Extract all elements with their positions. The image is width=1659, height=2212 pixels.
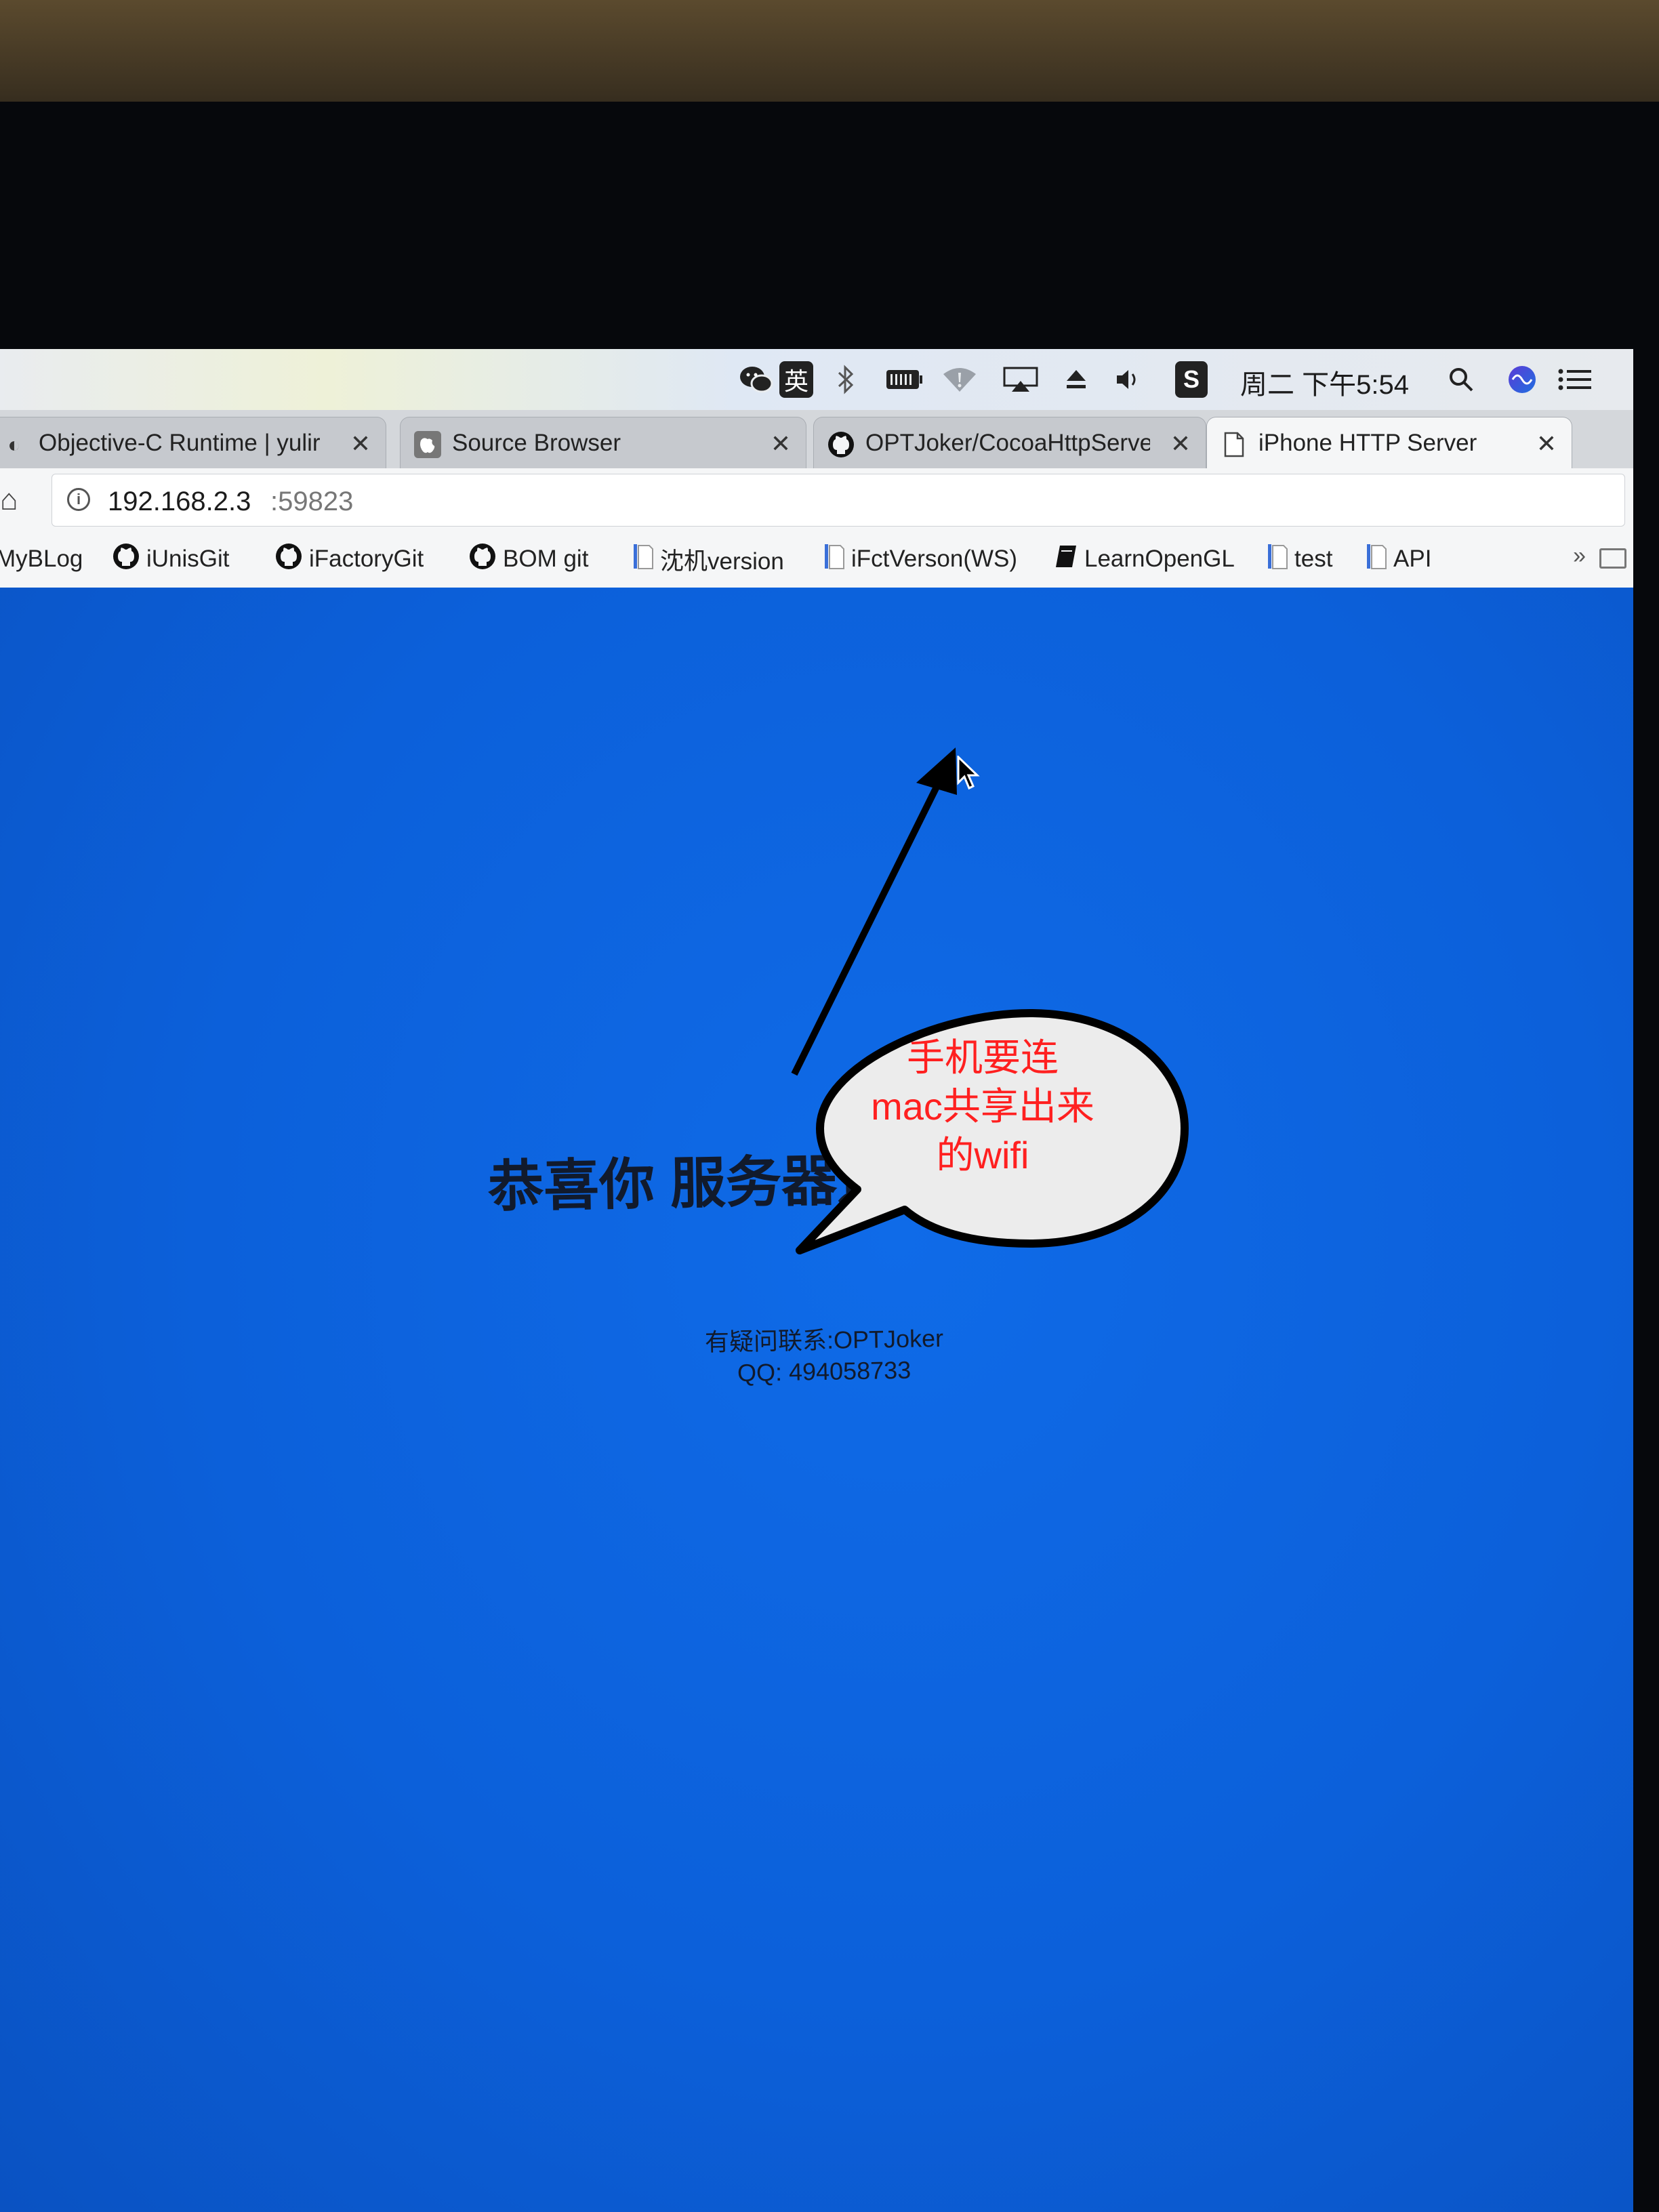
tab-label: Objective-C Runtime | yulir bbox=[39, 430, 321, 456]
bookmark-label: 沈机version bbox=[660, 548, 784, 575]
doc-icon bbox=[1366, 543, 1387, 575]
siri-icon[interactable] bbox=[1506, 361, 1538, 398]
wifi-sharing-icon[interactable] bbox=[941, 361, 979, 398]
tab-label: iPhone HTTP Server bbox=[1258, 430, 1477, 456]
bookmark-label: BOM git bbox=[503, 546, 589, 572]
bookmark-label: API bbox=[1393, 546, 1432, 572]
annotation-line: 手机要连 bbox=[907, 1036, 1059, 1079]
bookmark-label: iFactoryGit bbox=[309, 546, 424, 572]
mac-screen: 英 S 周二 下午5:54 ◐ Objective-C Runtime | yu… bbox=[0, 349, 1633, 2212]
bookmark-iunisgit[interactable]: iUnisGit bbox=[112, 543, 230, 575]
tab-iphone-http-server[interactable]: iPhone HTTP Server ✕ bbox=[1206, 417, 1572, 468]
browser-tab-strip: ◐ Objective-C Runtime | yulir ✕ Source B… bbox=[0, 410, 1633, 468]
tab-cocoa-http-server[interactable]: OPTJoker/CocoaHttpServe ✕ bbox=[813, 417, 1206, 468]
spotlight-icon[interactable] bbox=[1446, 361, 1476, 398]
bookmark-myblog[interactable]: MyBLog bbox=[0, 543, 83, 575]
browser-toolbar: ⌂ i 192.168.2.3 :59823 bbox=[0, 468, 1633, 531]
github-icon bbox=[469, 543, 496, 575]
url-host: 192.168.2.3 bbox=[108, 487, 251, 516]
annotation-text: 手机要连 mac共享出来 的wifi bbox=[834, 1033, 1132, 1180]
close-icon[interactable]: ✕ bbox=[350, 430, 371, 458]
bookmark-ifctverson-ws[interactable]: iFctVerson(WS) bbox=[824, 543, 1017, 575]
notification-center-icon[interactable] bbox=[1556, 361, 1594, 398]
bookmark-ifactorygit[interactable]: iFactoryGit bbox=[275, 543, 424, 575]
bookmark-label: test bbox=[1294, 546, 1333, 572]
qq-text: QQ: 494058733 bbox=[737, 1355, 912, 1387]
bookmarks-overflow-icon[interactable]: » bbox=[1573, 543, 1586, 569]
apple-favicon-icon bbox=[414, 431, 441, 458]
menu-bar-clock[interactable]: 周二 下午5:54 bbox=[1240, 363, 1409, 402]
github-favicon-icon bbox=[827, 431, 855, 458]
annotation-arrow bbox=[791, 774, 945, 1076]
bookmark-api[interactable]: API bbox=[1366, 543, 1431, 575]
tab-label: Source Browser bbox=[452, 430, 621, 456]
other-bookmarks-folder-icon[interactable] bbox=[1599, 548, 1626, 569]
annotation-callout bbox=[791, 747, 1189, 1254]
sogou-input-icon[interactable]: S bbox=[1175, 361, 1208, 398]
close-icon[interactable]: ✕ bbox=[1170, 430, 1191, 458]
annotation-line: mac共享出来 bbox=[871, 1085, 1094, 1128]
bookmark-test[interactable]: test bbox=[1267, 543, 1332, 575]
annotation-arrow-head bbox=[916, 747, 957, 795]
bookmark-label: iFctVerson(WS) bbox=[851, 546, 1018, 572]
close-icon[interactable]: ✕ bbox=[1536, 430, 1557, 458]
book-icon bbox=[1054, 544, 1078, 574]
bookmark-bom-git[interactable]: BOM git bbox=[469, 543, 588, 575]
mouse-cursor-icon bbox=[957, 756, 980, 790]
wechat-icon[interactable] bbox=[737, 361, 775, 398]
tab-source-browser[interactable]: Source Browser ✕ bbox=[400, 417, 806, 468]
url-port: :59823 bbox=[270, 487, 354, 516]
bookmark-learnopengl[interactable]: LearnOpenGL bbox=[1054, 543, 1235, 575]
battery-icon[interactable] bbox=[885, 361, 923, 398]
home-icon[interactable]: ⌂ bbox=[0, 483, 18, 517]
volume-icon[interactable] bbox=[1114, 361, 1144, 398]
ime-english-icon[interactable]: 英 bbox=[779, 361, 813, 398]
bookmark-label: MyBLog bbox=[0, 546, 83, 572]
github-icon bbox=[112, 543, 140, 575]
airplay-icon[interactable] bbox=[1002, 361, 1040, 398]
github-icon bbox=[275, 543, 302, 575]
doc-icon bbox=[633, 543, 653, 575]
bluetooth-icon[interactable] bbox=[832, 361, 859, 398]
bookmarks-bar: MyBLog iUnisGit iFactoryGit BOM git 沈机ve… bbox=[0, 531, 1633, 589]
bookmark-shenji-version[interactable]: 沈机version bbox=[633, 543, 784, 575]
doc-icon bbox=[824, 543, 844, 575]
eject-icon[interactable] bbox=[1063, 361, 1090, 398]
doc-icon bbox=[1267, 543, 1288, 575]
address-bar[interactable]: i 192.168.2.3 :59823 bbox=[52, 474, 1625, 527]
macos-menu-bar: 英 S 周二 下午5:54 bbox=[0, 349, 1633, 411]
info-icon[interactable]: i bbox=[67, 488, 90, 511]
bookmark-label: LearnOpenGL bbox=[1084, 546, 1235, 572]
tab-label: OPTJoker/CocoaHttpServe bbox=[865, 430, 1150, 456]
close-icon[interactable]: ✕ bbox=[771, 430, 791, 458]
tab-objective-c-runtime[interactable]: ◐ Objective-C Runtime | yulir ✕ bbox=[0, 417, 386, 468]
blog-favicon-icon: ◐ bbox=[7, 432, 21, 457]
bookmark-label: iUnisGit bbox=[146, 546, 230, 572]
page-favicon-icon bbox=[1221, 431, 1248, 458]
annotation-line: 的wifi bbox=[936, 1134, 1029, 1176]
